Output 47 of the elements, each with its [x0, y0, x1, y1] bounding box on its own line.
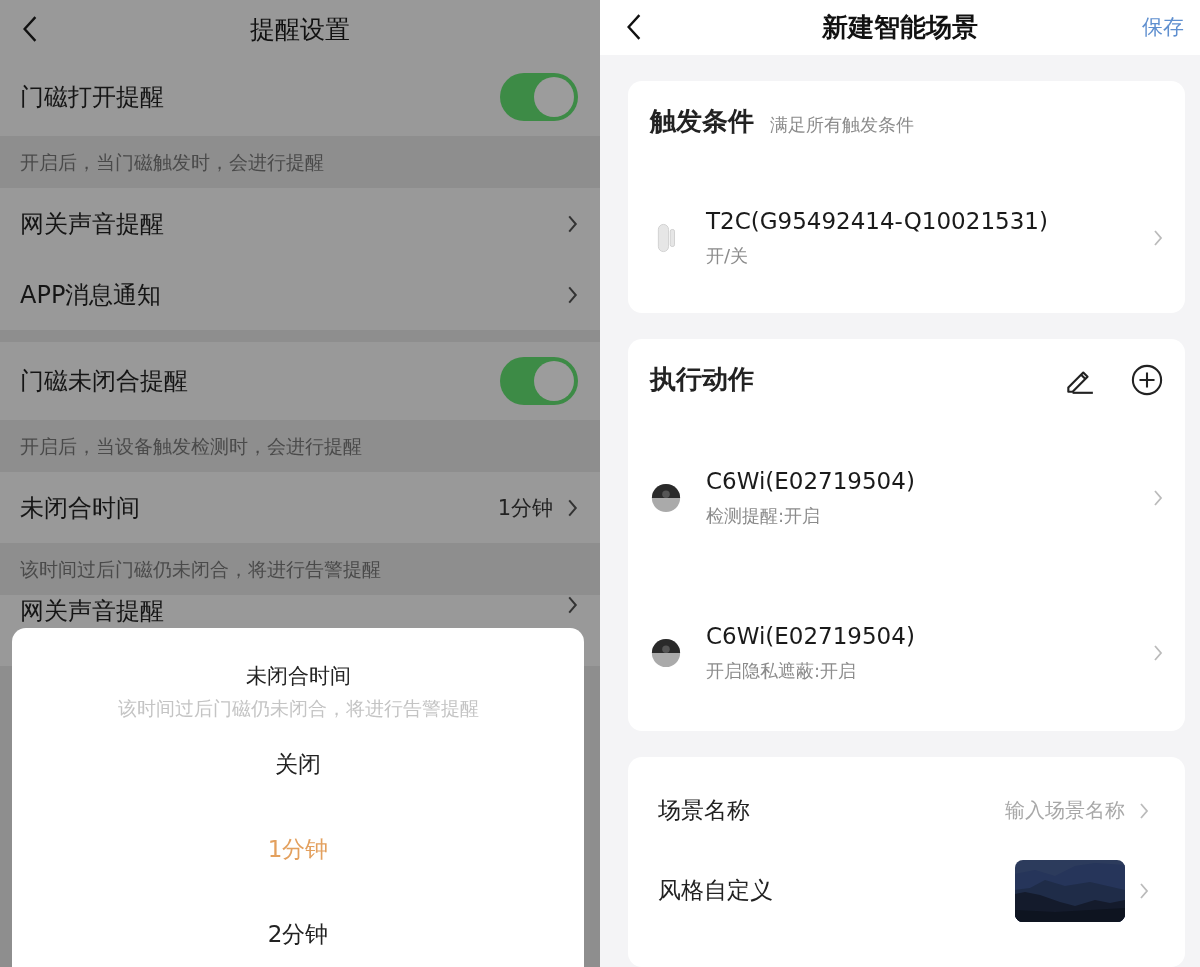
page-title: 新建智能场景 — [822, 10, 978, 44]
section-subtitle: 满足所有触发条件 — [770, 112, 914, 137]
device-detail: 检测提醒:开启 — [706, 504, 822, 529]
chevron-icon — [1153, 644, 1163, 663]
chevron-icon — [1139, 881, 1149, 900]
chevron-icon — [567, 497, 578, 518]
toggle-switch[interactable] — [500, 73, 578, 121]
device-row[interactable]: T2C(G95492414-Q10021531) 开/关 — [650, 162, 1163, 313]
section-title: 触发条件 — [650, 105, 754, 139]
hint-text: 开启后，当门磁触发时，会进行提醒 — [0, 136, 600, 188]
setting-label: 未闭合时间 — [20, 492, 140, 524]
hint-text: 开启后，当设备触发检测时，会进行提醒 — [0, 420, 600, 472]
toggle-switch[interactable] — [500, 357, 578, 405]
picker-option[interactable]: 2分钟 — [267, 892, 329, 967]
setting-row[interactable]: 场景名称 输入场景名称 — [650, 770, 1163, 851]
setting-label: 风格自定义 — [658, 876, 773, 906]
setting-label: APP消息通知 — [20, 279, 162, 311]
setting-label: 场景名称 — [658, 796, 750, 826]
back-icon[interactable] — [22, 15, 38, 43]
page-title: 提醒设置 — [250, 13, 350, 46]
chevron-icon — [1153, 228, 1163, 247]
add-icon[interactable] — [1131, 363, 1163, 396]
hint-text: 该时间过后门磁仍未闭合，将进行告警提醒 — [0, 543, 600, 595]
chevron-icon — [1153, 489, 1163, 508]
device-name: C6Wi(E02719504) — [706, 468, 916, 495]
setting-label: 门磁未闭合提醒 — [20, 366, 188, 397]
device-row[interactable]: C6Wi(E02719504) 开启隐私遮蔽:开启 — [650, 575, 1163, 731]
sheet-title: 未闭合时间 — [245, 663, 351, 690]
section-title: 执行动作 — [650, 363, 754, 397]
setting-label: 门磁打开提醒 — [20, 82, 164, 113]
back-icon[interactable] — [626, 13, 642, 42]
device-detail: 开启隐私遮蔽:开启 — [706, 659, 858, 684]
sheet-subtitle: 该时间过后门磁仍未闭合，将进行告警提醒 — [117, 696, 479, 721]
setting-row[interactable]: 风格自定义 — [650, 850, 1163, 931]
device-row[interactable]: C6Wi(E02719504) 检测提醒:开启 — [650, 420, 1163, 576]
device-name: C6Wi(E02719504) — [706, 623, 916, 650]
chevron-icon — [567, 284, 578, 305]
save-button[interactable]: 保存 — [1142, 13, 1184, 42]
chevron-icon — [1139, 801, 1149, 820]
picker-option[interactable]: 关闭 — [275, 722, 321, 807]
setting-label: 网关声音提醒 — [20, 208, 164, 240]
device-name: T2C(G95492414-Q10021531) — [706, 207, 1049, 234]
chevron-icon — [567, 595, 578, 615]
device-detail: 开/关 — [706, 243, 750, 268]
setting-label: 网关声音提醒 — [20, 596, 164, 627]
setting-value: 1分钟 — [497, 494, 553, 522]
chevron-icon — [567, 213, 578, 234]
